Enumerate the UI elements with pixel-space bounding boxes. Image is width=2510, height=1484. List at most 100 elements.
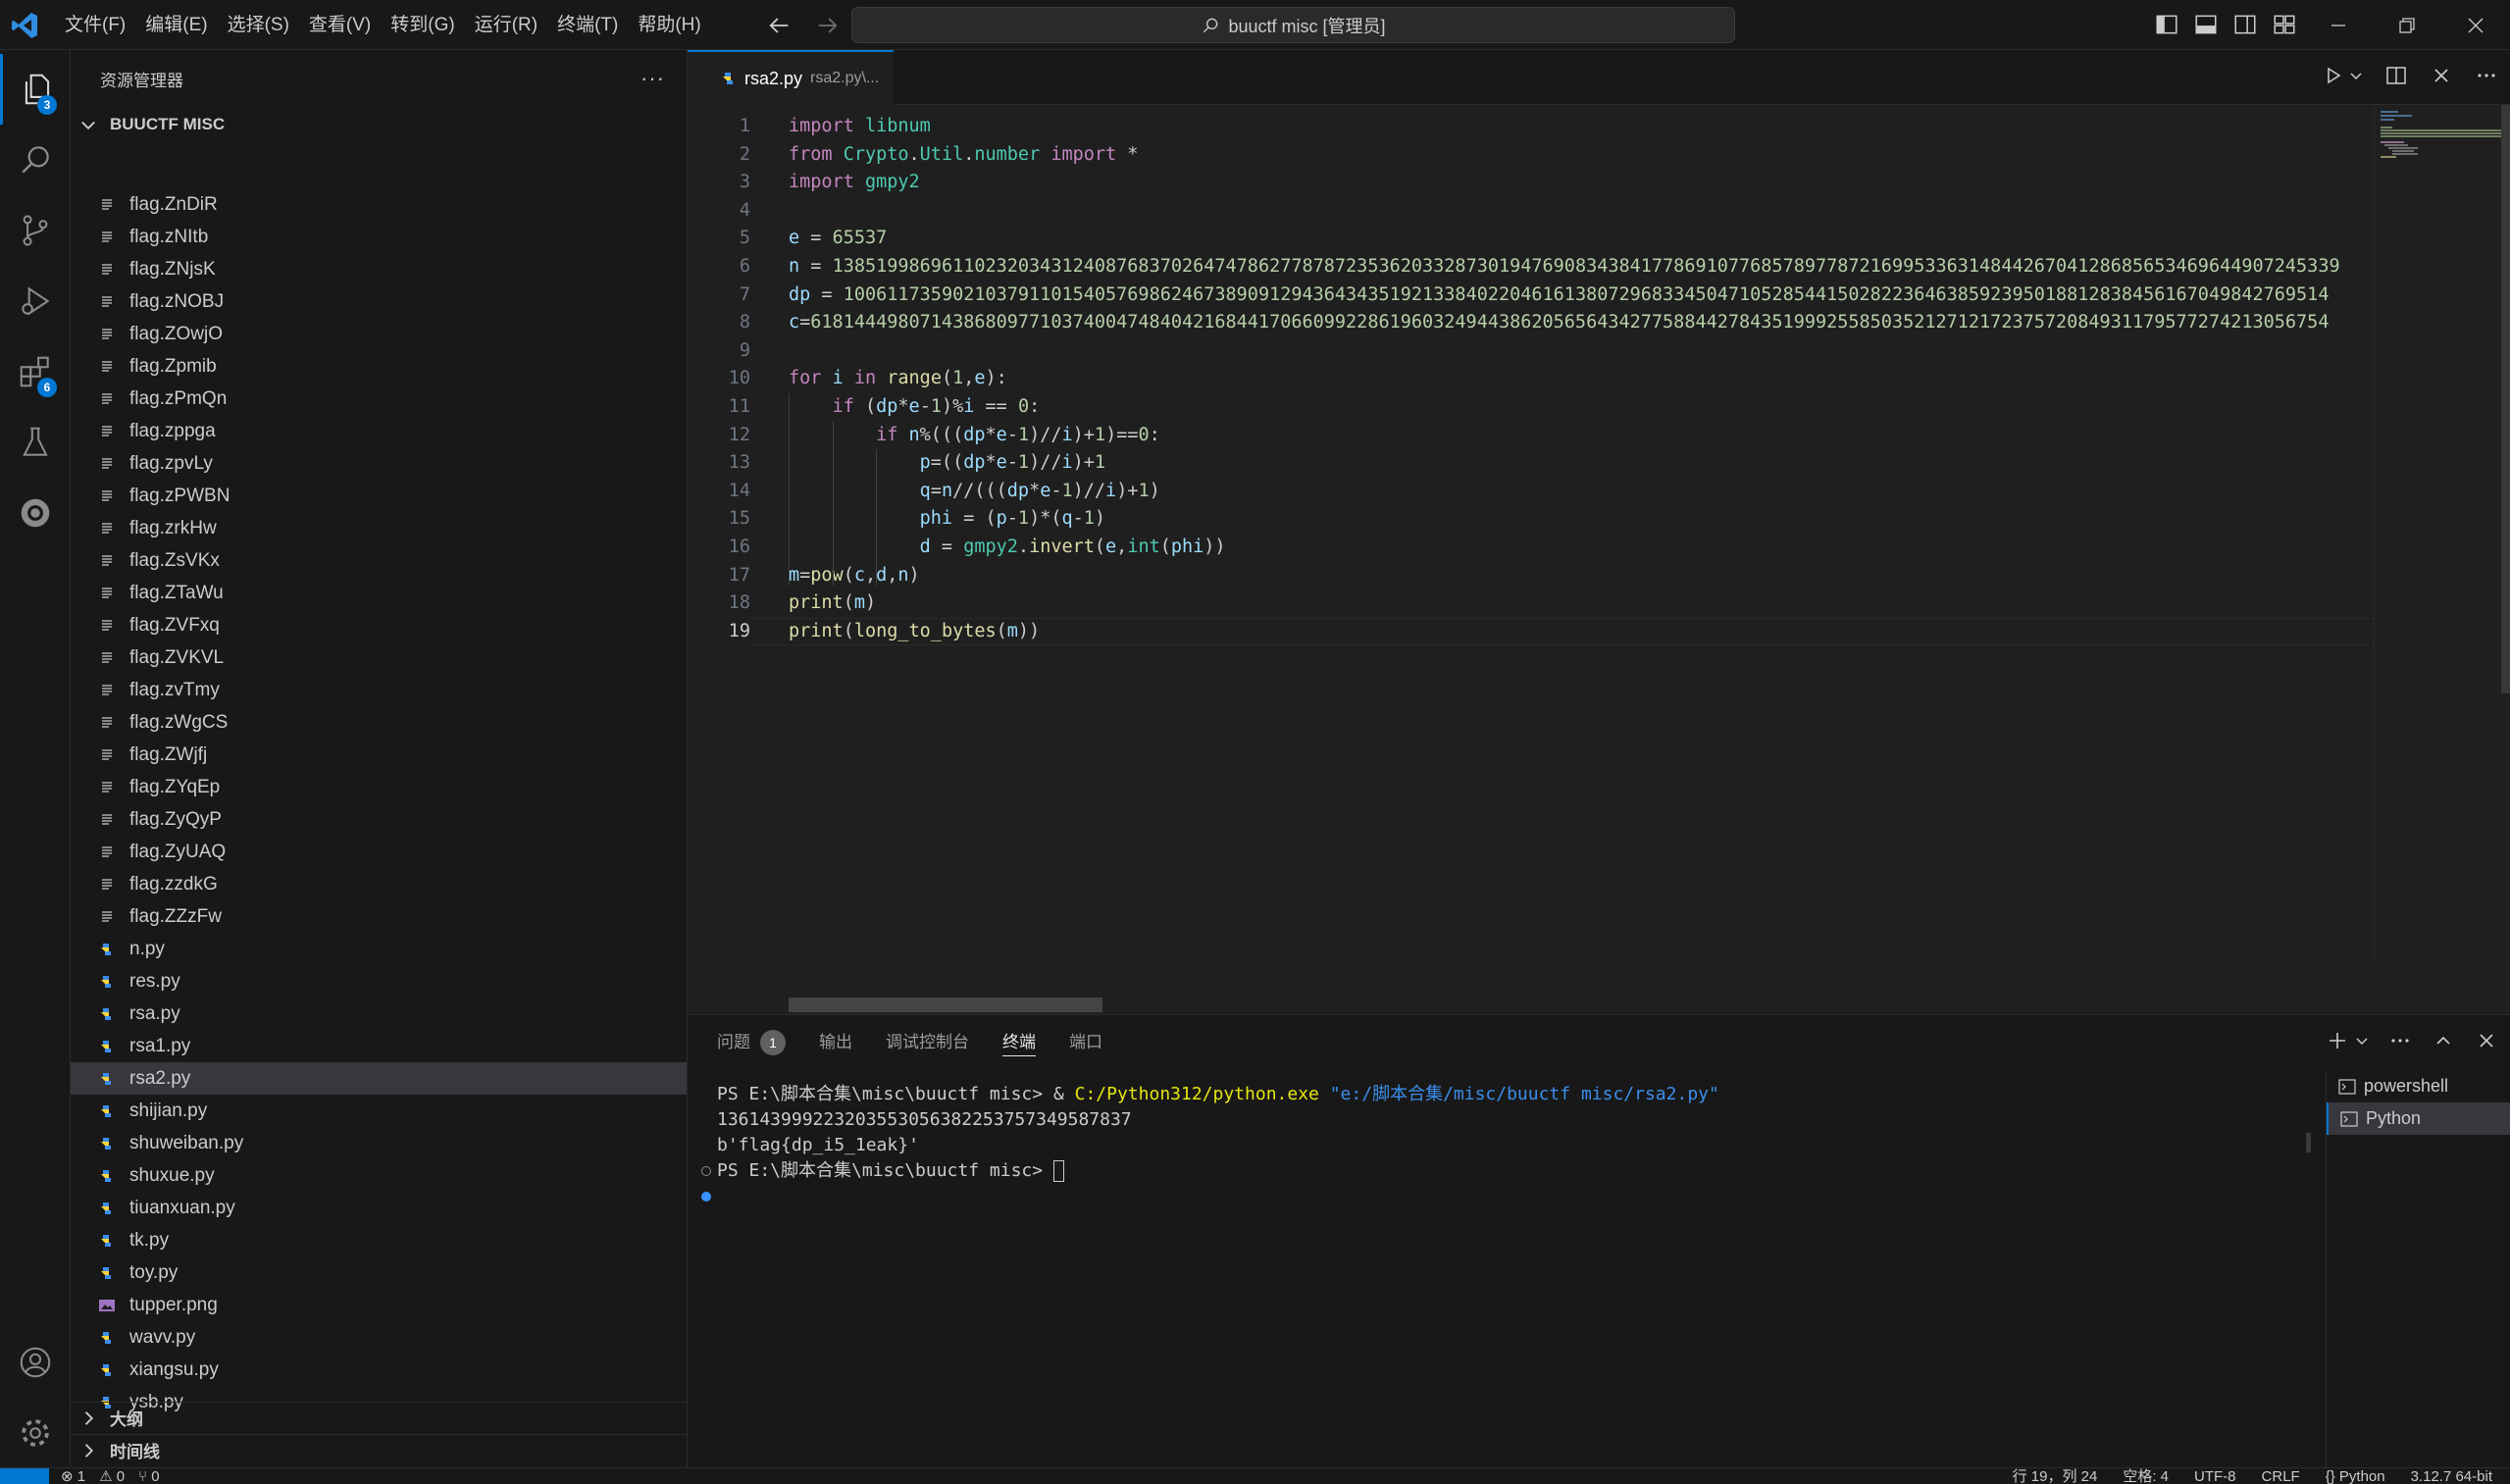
file-item[interactable]: flag.zPmQn <box>71 383 687 415</box>
file-item[interactable]: wavv.py <box>71 1321 687 1354</box>
file-item[interactable]: rsa2.py <box>71 1062 687 1095</box>
outline-section[interactable]: 大纲 <box>71 1402 687 1433</box>
warnings-count[interactable]: ⚠ 0 <box>99 1468 125 1484</box>
terminal-item-python[interactable]: Python <box>2327 1102 2510 1135</box>
file-item[interactable]: flag.ZyUAQ <box>71 836 687 868</box>
file-item[interactable]: flag.ZTaWu <box>71 577 687 609</box>
toggle-primary-sidebar-icon[interactable] <box>2154 12 2179 37</box>
file-item[interactable]: shuweiban.py <box>71 1127 687 1159</box>
more-icon[interactable] <box>2388 1029 2412 1052</box>
forward-arrow-icon[interactable] <box>814 12 842 39</box>
tab-rsa2-py[interactable]: rsa2.py rsa2.py\... <box>688 50 894 105</box>
chevron-up-icon[interactable] <box>2432 1029 2455 1052</box>
close-window-button[interactable] <box>2441 0 2510 50</box>
file-item[interactable]: flag.ZYqEp <box>71 771 687 803</box>
close-icon[interactable] <box>2475 1029 2498 1052</box>
code-editor[interactable]: 1 import libnum 2 from Crypto.Util.number i… <box>688 105 2374 958</box>
timeline-section[interactable]: 时间线 <box>71 1434 687 1465</box>
ports-count[interactable]: ⑂ 0 <box>138 1468 160 1484</box>
file-item[interactable]: tiuanxuan.py <box>71 1192 687 1224</box>
menu-go[interactable]: 转到(G) <box>381 9 464 42</box>
menu-edit[interactable]: 编辑(E) <box>135 9 217 42</box>
file-item[interactable]: xiangsu.py <box>71 1354 687 1386</box>
more-actions-button[interactable]: ··· <box>640 66 665 91</box>
close-icon[interactable] <box>2430 64 2453 87</box>
restore-button[interactable] <box>2373 0 2441 50</box>
file-item[interactable]: shuxue.py <box>71 1159 687 1192</box>
errors-count[interactable]: ⊗ 1 <box>61 1468 85 1484</box>
file-item[interactable]: flag.ZVFxq <box>71 609 687 641</box>
file-item[interactable]: tk.py <box>71 1224 687 1256</box>
file-item[interactable]: toy.py <box>71 1256 687 1289</box>
new-terminal-icon[interactable] <box>2326 1029 2349 1052</box>
encoding[interactable]: UTF-8 <box>2194 1468 2236 1484</box>
run-python-icon[interactable] <box>2322 64 2345 87</box>
search-activity[interactable] <box>0 125 71 195</box>
tab-problems[interactable]: 问题 1 <box>717 1015 786 1070</box>
menu-file[interactable]: 文件(F) <box>55 9 135 42</box>
file-item[interactable]: flag.zNItb <box>71 221 687 253</box>
accounts-activity[interactable] <box>0 1327 71 1398</box>
file-item[interactable]: flag.zrkHw <box>71 512 687 544</box>
menu-selection[interactable]: 选择(S) <box>218 9 299 42</box>
file-item[interactable]: rsa.py <box>71 998 687 1030</box>
file-item[interactable]: flag.ZNjsK <box>71 253 687 285</box>
file-item[interactable]: flag.ZnDiR <box>71 188 687 221</box>
file-item[interactable]: flag.zpvLy <box>71 447 687 480</box>
minimap[interactable] <box>2374 105 2502 958</box>
menu-run[interactable]: 运行(R) <box>465 9 547 42</box>
editor-vertical-scrollbar[interactable] <box>2501 105 2510 693</box>
file-item[interactable]: flag.ZOwjO <box>71 318 687 350</box>
menu-view[interactable]: 查看(V) <box>299 9 381 42</box>
indentation[interactable]: 空格: 4 <box>2123 1468 2169 1484</box>
explorer-activity[interactable]: 3 <box>0 54 71 125</box>
remote-indicator[interactable] <box>0 1468 49 1484</box>
back-arrow-icon[interactable] <box>765 12 793 39</box>
minimize-button[interactable] <box>2304 0 2373 50</box>
terminal-scrollbar[interactable] <box>2306 1133 2311 1152</box>
file-item[interactable]: flag.ZWjfj <box>71 739 687 771</box>
menu-help[interactable]: 帮助(H) <box>628 9 710 42</box>
tab-terminal[interactable]: 终端 <box>1002 1015 1036 1070</box>
source-control-activity[interactable] <box>0 195 71 266</box>
file-item[interactable]: flag.zPWBN <box>71 480 687 512</box>
testing-activity[interactable] <box>0 407 71 478</box>
file-item[interactable]: flag.ZVKVL <box>71 641 687 674</box>
file-item[interactable]: n.py <box>71 933 687 965</box>
python-interpreter[interactable]: 3.12.7 64-bit <box>2411 1468 2492 1484</box>
customize-layout-icon[interactable] <box>2272 12 2297 37</box>
file-item[interactable]: flag.zvTmy <box>71 674 687 706</box>
file-item[interactable]: res.py <box>71 965 687 998</box>
file-item[interactable]: flag.zWgCS <box>71 706 687 739</box>
chevron-down-icon[interactable] <box>2355 1029 2369 1052</box>
workspace-folder[interactable]: BUUCTF MISC <box>71 107 687 142</box>
file-item[interactable]: flag.zNOBJ <box>71 285 687 318</box>
tab-ports[interactable]: 端口 <box>1069 1015 1102 1070</box>
extensions-activity[interactable]: 6 <box>0 336 71 407</box>
line-ending[interactable]: CRLF <box>2262 1468 2300 1484</box>
language-mode[interactable]: {} Python <box>2326 1468 2385 1484</box>
run-debug-activity[interactable] <box>0 266 71 336</box>
chevron-down-icon[interactable] <box>2349 64 2363 87</box>
file-item[interactable]: shijian.py <box>71 1095 687 1127</box>
manage-activity[interactable] <box>0 1398 71 1468</box>
command-center-search[interactable]: buuctf misc [管理员] <box>851 7 1735 43</box>
github-activity[interactable] <box>0 478 71 548</box>
tab-output[interactable]: 输出 <box>819 1015 852 1070</box>
file-item[interactable]: rsa1.py <box>71 1030 687 1062</box>
file-item[interactable]: tupper.png <box>71 1289 687 1321</box>
terminal-output[interactable]: PS E:\脚本合集\misc\buuctf misc> & C:/Python… <box>701 1082 2335 1455</box>
file-item[interactable]: flag.zzdkG <box>71 868 687 900</box>
cursor-position[interactable]: 行 19，列 24 <box>2013 1468 2098 1484</box>
editor-horizontal-scrollbar[interactable] <box>789 998 1102 1012</box>
file-item[interactable]: flag.Zpmib <box>71 350 687 383</box>
file-item[interactable]: flag.ZZzFw <box>71 900 687 933</box>
toggle-panel-icon[interactable] <box>2193 12 2219 37</box>
file-item[interactable]: flag.ZyQyP <box>71 803 687 836</box>
tab-debug-console[interactable]: 调试控制台 <box>886 1015 969 1070</box>
more-icon[interactable] <box>2475 64 2498 87</box>
split-editor-icon[interactable] <box>2384 64 2408 87</box>
menu-terminal[interactable]: 终端(T) <box>547 9 628 42</box>
file-item[interactable]: flag.zppga <box>71 415 687 447</box>
file-item[interactable]: flag.ZsVKx <box>71 544 687 577</box>
